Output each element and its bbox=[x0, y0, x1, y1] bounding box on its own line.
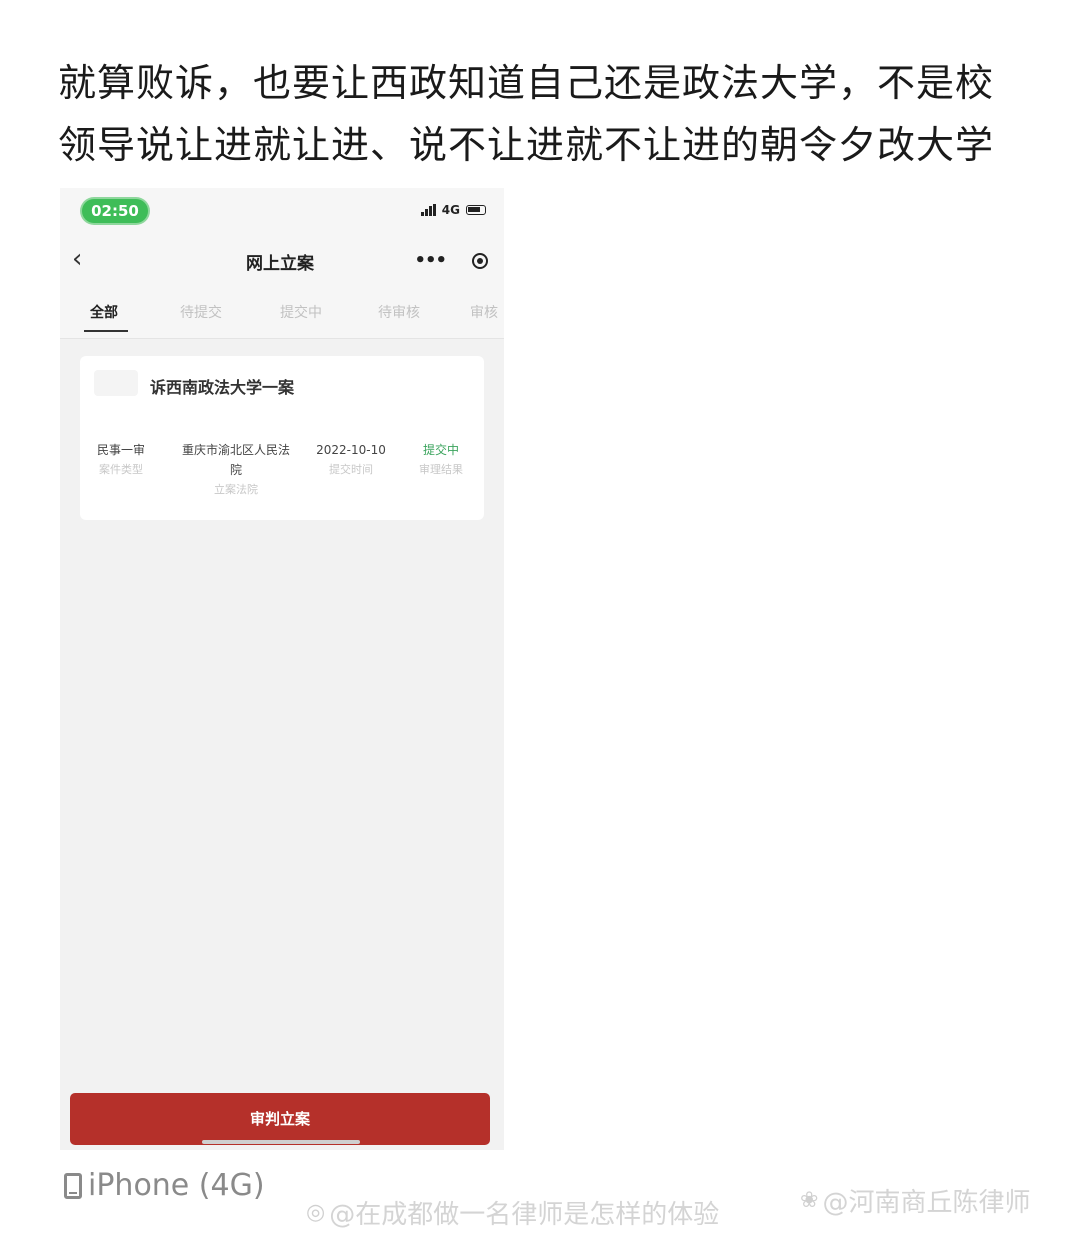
watermark-left: ◎ @在成都做一名律师是怎样的体验 bbox=[306, 1194, 719, 1231]
file-case-button[interactable]: 审判立案 bbox=[70, 1093, 490, 1145]
post-headline: 就算败诉，也要让西政知道自己还是政法大学，不是校 领导说让进就让进、说不让进就不… bbox=[58, 52, 1048, 176]
result-label: 审理结果 bbox=[419, 463, 463, 476]
phone-icon bbox=[64, 1172, 82, 1199]
watermark-right-text: @河南商丘陈律师 bbox=[822, 1188, 1031, 1218]
tab-all[interactable]: 全部 bbox=[90, 302, 118, 322]
tab-reviewed[interactable]: 审核 bbox=[470, 302, 498, 322]
phone-screenshot: 02:50 4G ‹ 网上立案 ••• 全部 待提交 提交中 待审核 审核 诉西… bbox=[60, 188, 504, 1150]
case-type-field: 民事一审 案件类型 bbox=[86, 440, 156, 480]
court-value-line-2: 院 bbox=[229, 463, 242, 477]
status-bar: 02:50 4G bbox=[60, 188, 504, 232]
tab-pending-review[interactable]: 待审核 bbox=[378, 302, 420, 322]
court-field: 重庆市渝北区人民法 院 立案法院 bbox=[168, 440, 304, 500]
tab-pending-submit[interactable]: 待提交 bbox=[180, 302, 222, 322]
paw-icon: ❀ bbox=[800, 1188, 819, 1213]
signal-icon bbox=[420, 204, 436, 216]
active-tab-indicator bbox=[84, 330, 128, 332]
watermark-right: ❀ @河南商丘陈律师 bbox=[800, 1182, 1030, 1219]
case-card[interactable]: 诉西南政法大学一案 民事一审 案件类型 重庆市渝北区人民法 院 立案法院 202… bbox=[80, 356, 484, 520]
network-label: 4G bbox=[441, 203, 460, 217]
nav-bar: ‹ 网上立案 ••• bbox=[60, 232, 504, 288]
status-indicators: 4G bbox=[420, 203, 486, 217]
tab-submitting[interactable]: 提交中 bbox=[280, 302, 322, 322]
case-avatar bbox=[94, 370, 138, 396]
case-title: 诉西南政法大学一案 bbox=[150, 378, 295, 397]
watermark-left-text: @在成都做一名律师是怎样的体验 bbox=[329, 1200, 720, 1230]
case-type-value: 民事一审 bbox=[96, 443, 145, 457]
status-tabs: 全部 待提交 提交中 待审核 审核 bbox=[60, 288, 504, 339]
submit-time-field: 2022-10-10 提交时间 bbox=[306, 440, 396, 480]
more-dots-icon[interactable]: ••• bbox=[414, 250, 447, 271]
submit-time-value: 2022-10-10 bbox=[316, 443, 386, 457]
case-type-label: 案件类型 bbox=[99, 463, 143, 476]
headline-line-1: 就算败诉，也要让西政知道自己还是政法大学，不是校 bbox=[58, 61, 995, 105]
device-label: iPhone (4G) bbox=[88, 1168, 265, 1203]
close-target-icon[interactable] bbox=[472, 252, 488, 269]
court-value-line-1: 重庆市渝北区人民法 bbox=[181, 443, 290, 457]
submit-time-label: 提交时间 bbox=[329, 463, 373, 476]
device-caption: iPhone (4G) bbox=[64, 1168, 265, 1203]
result-value: 提交中 bbox=[422, 443, 459, 457]
weibo-icon: ◎ bbox=[306, 1200, 326, 1225]
result-field: 提交中 审理结果 bbox=[406, 440, 476, 480]
miniprogram-capsule: ••• bbox=[414, 250, 488, 271]
battery-icon bbox=[466, 205, 486, 215]
headline-line-2: 领导说让进就让进、说不让进就不让进的朝令夕改大学 bbox=[58, 123, 995, 167]
status-time: 02:50 bbox=[82, 199, 148, 223]
court-label: 立案法院 bbox=[214, 483, 258, 496]
home-indicator bbox=[202, 1140, 360, 1144]
